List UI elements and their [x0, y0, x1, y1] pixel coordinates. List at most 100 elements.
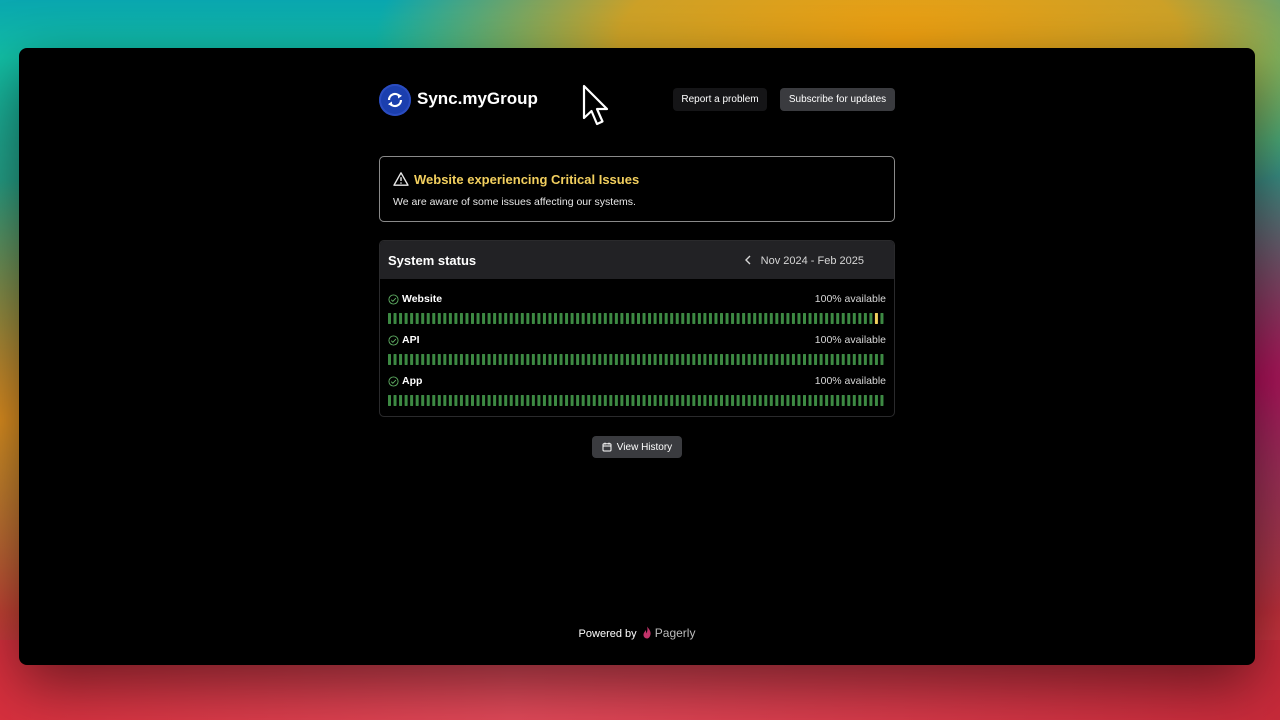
uptime-day-bar[interactable] [664, 395, 668, 406]
uptime-day-bar[interactable] [526, 313, 530, 324]
uptime-day-bar[interactable] [825, 313, 829, 324]
uptime-day-bar[interactable] [620, 354, 624, 365]
uptime-day-bar[interactable] [437, 354, 441, 365]
uptime-day-bar[interactable] [814, 395, 818, 406]
uptime-day-bar[interactable] [465, 354, 469, 365]
uptime-day-bar[interactable] [797, 395, 801, 406]
uptime-day-bar[interactable] [614, 313, 618, 324]
uptime-day-bar[interactable] [410, 395, 414, 406]
uptime-day-bar[interactable] [404, 395, 408, 406]
uptime-day-bar[interactable] [471, 395, 474, 406]
uptime-day-bar[interactable] [858, 313, 862, 324]
uptime-day-bar[interactable] [437, 395, 441, 406]
uptime-day-bar[interactable] [803, 395, 806, 406]
uptime-day-bar[interactable] [592, 354, 596, 365]
uptime-day-bar[interactable] [587, 395, 591, 406]
uptime-day-bar[interactable] [697, 354, 701, 365]
uptime-day-bar[interactable] [625, 395, 629, 406]
uptime-day-bar[interactable] [659, 313, 663, 324]
uptime-day-bar[interactable] [520, 395, 524, 406]
uptime-day-bar[interactable] [609, 354, 613, 365]
uptime-day-bar[interactable] [476, 354, 480, 365]
uptime-day-bar[interactable] [443, 313, 447, 324]
uptime-day-bar[interactable] [736, 354, 740, 365]
uptime-day-bar[interactable] [825, 354, 829, 365]
uptime-day-bar[interactable] [692, 313, 696, 324]
uptime-day-bar[interactable] [493, 395, 497, 406]
uptime-day-bar[interactable] [686, 354, 690, 365]
uptime-day-bar[interactable] [803, 354, 806, 365]
uptime-day-bar[interactable] [681, 354, 685, 365]
uptime-day-bar[interactable] [570, 395, 574, 406]
uptime-day-bar[interactable] [880, 354, 884, 365]
uptime-day-bar[interactable] [664, 313, 668, 324]
uptime-day-bar[interactable] [841, 313, 845, 324]
uptime-day-bar[interactable] [554, 354, 557, 365]
uptime-day-bar[interactable] [410, 354, 414, 365]
uptime-day-bar[interactable] [631, 395, 635, 406]
uptime-day-bar[interactable] [692, 395, 696, 406]
uptime-day-bar[interactable] [570, 354, 574, 365]
uptime-day-bar[interactable] [830, 354, 834, 365]
uptime-day-bar[interactable] [880, 313, 884, 324]
uptime-day-bar[interactable] [747, 313, 751, 324]
uptime-day-bar[interactable] [548, 313, 552, 324]
uptime-day-bar[interactable] [659, 354, 663, 365]
uptime-day-bar[interactable] [426, 313, 430, 324]
uptime-day-bar[interactable] [648, 395, 652, 406]
uptime-day-bar[interactable] [515, 354, 519, 365]
uptime-day-bar[interactable] [664, 354, 668, 365]
uptime-day-bar[interactable] [648, 313, 652, 324]
uptime-day-bar[interactable] [399, 395, 403, 406]
uptime-day-bar[interactable] [808, 354, 812, 365]
uptime-day-bar[interactable] [404, 313, 408, 324]
uptime-day-bar[interactable] [542, 313, 546, 324]
uptime-day-bar[interactable] [393, 395, 397, 406]
uptime-day-bar[interactable] [847, 395, 851, 406]
uptime-day-bar[interactable] [465, 395, 469, 406]
uptime-day-bar[interactable] [841, 395, 845, 406]
uptime-day-bar[interactable] [542, 395, 546, 406]
uptime-day-bar[interactable] [576, 395, 580, 406]
uptime-day-bar[interactable] [454, 354, 458, 365]
uptime-day-bar[interactable] [869, 354, 873, 365]
uptime-day-bar[interactable] [459, 354, 463, 365]
uptime-day-bar[interactable] [758, 354, 762, 365]
uptime-day-bar[interactable] [814, 313, 818, 324]
uptime-day-bar[interactable] [471, 313, 474, 324]
uptime-day-bar[interactable] [454, 313, 458, 324]
uptime-day-bar[interactable] [869, 313, 873, 324]
uptime-day-bar[interactable] [769, 354, 773, 365]
uptime-day-bar[interactable] [476, 395, 480, 406]
uptime-day-bar[interactable] [592, 395, 596, 406]
uptime-day-bar[interactable] [587, 354, 591, 365]
uptime-day-bar[interactable] [432, 354, 436, 365]
uptime-day-bar[interactable] [526, 395, 530, 406]
uptime-day-bar[interactable] [703, 395, 707, 406]
uptime-day-bar[interactable] [681, 313, 685, 324]
uptime-day-bar[interactable] [565, 313, 569, 324]
uptime-day-bar[interactable] [681, 395, 685, 406]
chevron-left-icon[interactable] [742, 253, 754, 267]
uptime-day-bar[interactable] [736, 395, 740, 406]
uptime-day-bar[interactable] [388, 395, 391, 406]
uptime-day-bar[interactable] [686, 313, 690, 324]
uptime-day-bar[interactable] [637, 395, 640, 406]
uptime-day-bar[interactable] [863, 354, 867, 365]
uptime-day-bar[interactable] [708, 354, 712, 365]
uptime-day-bar[interactable] [642, 354, 646, 365]
uptime-day-bar[interactable] [725, 354, 729, 365]
uptime-day-bar[interactable] [675, 395, 679, 406]
uptime-day-bar[interactable] [487, 395, 491, 406]
uptime-day-bar[interactable] [780, 395, 784, 406]
uptime-day-bar[interactable] [874, 354, 878, 365]
uptime-day-bar[interactable] [692, 354, 696, 365]
uptime-day-bar[interactable] [426, 354, 430, 365]
uptime-day-bar[interactable] [531, 354, 535, 365]
uptime-day-bar[interactable] [631, 354, 635, 365]
uptime-day-bar[interactable] [714, 395, 718, 406]
uptime-day-bar[interactable] [625, 313, 629, 324]
uptime-day-bar[interactable] [609, 395, 613, 406]
uptime-day-bar[interactable] [791, 354, 795, 365]
uptime-day-bar[interactable] [791, 395, 795, 406]
